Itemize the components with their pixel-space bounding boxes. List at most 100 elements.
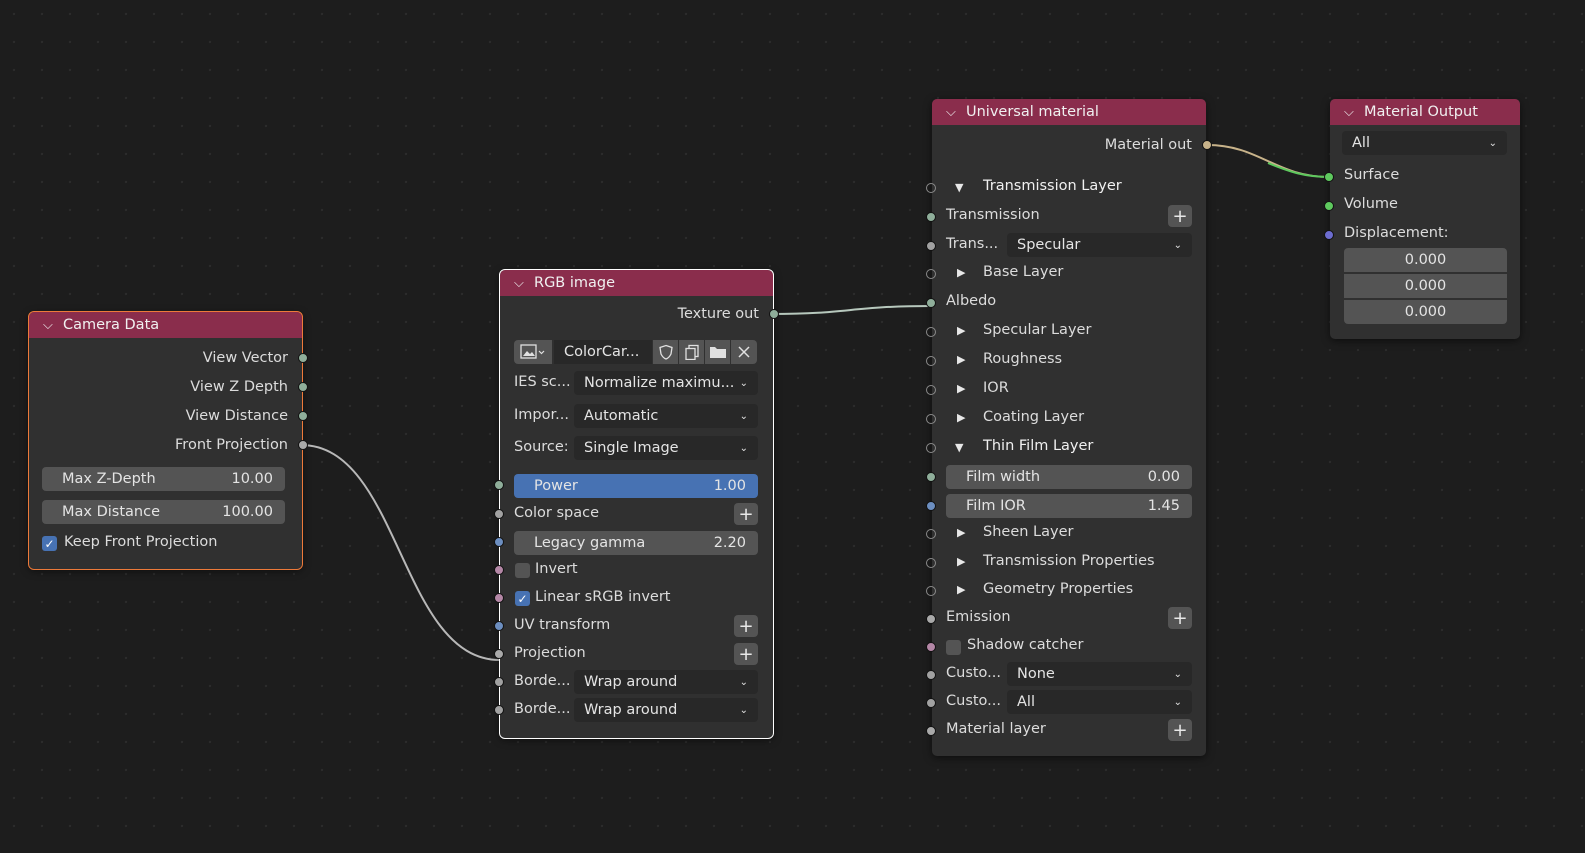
panel-collapsed-icon[interactable]: ▶ — [957, 555, 965, 568]
transmission-type-dropdown[interactable]: Specular ⌄ — [1007, 233, 1192, 257]
socket-icon[interactable] — [494, 649, 504, 659]
camera-data-header[interactable]: ⌵ Camera Data — [29, 312, 302, 338]
import-dropdown[interactable]: Automatic ⌄ — [574, 404, 758, 428]
socket-icon[interactable] — [926, 414, 936, 424]
socket-icon[interactable] — [1202, 140, 1212, 150]
custom-channel-dropdown[interactable]: All ⌄ — [1007, 690, 1192, 714]
socket-icon[interactable] — [926, 269, 936, 279]
displacement-y-field[interactable]: 0.000 — [1344, 274, 1507, 298]
thin-film-layer-panel[interactable]: Thin Film Layer — [983, 438, 1093, 454]
socket-icon[interactable] — [494, 593, 504, 603]
universal-material-node[interactable]: ⌵ Universal material Material out ▼ Tran… — [926, 99, 1212, 756]
panel-collapsed-icon[interactable]: ▶ — [957, 526, 965, 539]
socket-icon[interactable] — [298, 411, 308, 421]
socket-icon[interactable] — [926, 670, 936, 680]
socket-icon[interactable] — [926, 698, 936, 708]
invert-checkbox[interactable] — [515, 563, 530, 578]
socket-icon[interactable] — [926, 183, 936, 193]
border-u-dropdown[interactable]: Wrap around ⌄ — [574, 670, 758, 694]
socket-icon[interactable] — [926, 212, 936, 222]
socket-icon[interactable] — [926, 726, 936, 736]
socket-icon[interactable] — [926, 614, 936, 624]
collapse-chevron-icon[interactable]: ⌵ — [946, 105, 960, 120]
sheen-layer-panel[interactable]: Sheen Layer — [983, 524, 1073, 540]
ies-scale-dropdown[interactable]: Normalize maximu... ⌄ — [574, 371, 758, 395]
transmission-layer-panel[interactable]: Transmission Layer — [983, 178, 1122, 194]
universal-material-header[interactable]: ⌵ Universal material — [932, 99, 1206, 125]
image-name-field[interactable]: ColorCar... — [554, 340, 652, 364]
max-distance-field[interactable]: Max Distance 100.00 — [42, 500, 285, 524]
panel-expanded-icon[interactable]: ▼ — [955, 441, 963, 454]
socket-icon[interactable] — [926, 443, 936, 453]
panel-collapsed-icon[interactable]: ▶ — [957, 382, 965, 395]
ior-panel[interactable]: IOR — [983, 380, 1009, 396]
image-browse-button[interactable] — [514, 340, 552, 364]
displacement-x-field[interactable]: 0.000 — [1344, 248, 1507, 272]
duplicate-image-button[interactable] — [679, 340, 704, 364]
socket-icon[interactable] — [926, 356, 936, 366]
linear-srgb-invert-checkbox[interactable]: ✓ — [515, 591, 530, 606]
panel-collapsed-icon[interactable]: ▶ — [957, 324, 965, 337]
render-target-dropdown[interactable]: All ⌄ — [1342, 131, 1507, 155]
camera-data-node[interactable]: ⌵ Camera Data View Vector View Z Depth V… — [28, 311, 308, 570]
open-image-button[interactable] — [705, 340, 730, 364]
geometry-properties-panel[interactable]: Geometry Properties — [983, 581, 1133, 597]
socket-icon[interactable] — [926, 327, 936, 337]
transmission-add-button[interactable]: + — [1168, 205, 1192, 227]
power-field[interactable]: Power 1.00 — [514, 474, 758, 498]
socket-icon[interactable] — [926, 642, 936, 652]
socket-icon[interactable] — [926, 385, 936, 395]
panel-collapsed-icon[interactable]: ▶ — [957, 353, 965, 366]
rgb-image-node[interactable]: ⌵ RGB image Texture out ColorCar... IES … — [494, 269, 779, 739]
socket-icon[interactable] — [1324, 172, 1334, 182]
coating-layer-panel[interactable]: Coating Layer — [983, 409, 1084, 425]
source-dropdown[interactable]: Single Image ⌄ — [574, 436, 758, 460]
projection-add-button[interactable]: + — [734, 643, 758, 665]
socket-icon[interactable] — [926, 472, 936, 482]
max-z-depth-field[interactable]: Max Z-Depth 10.00 — [42, 467, 285, 491]
material-output-header[interactable]: ⌵ Material Output — [1330, 99, 1520, 125]
socket-icon[interactable] — [926, 558, 936, 568]
collapse-chevron-icon[interactable]: ⌵ — [514, 276, 528, 291]
fake-user-button[interactable] — [653, 340, 678, 364]
keep-front-projection-checkbox[interactable]: ✓ — [42, 536, 57, 551]
collapse-chevron-icon[interactable]: ⌵ — [43, 318, 57, 333]
shadow-catcher-checkbox[interactable] — [946, 640, 961, 655]
socket-icon[interactable] — [1324, 201, 1334, 211]
custom-aov-dropdown[interactable]: None ⌄ — [1007, 662, 1192, 686]
uv-transform-add-button[interactable]: + — [734, 615, 758, 637]
specular-layer-panel[interactable]: Specular Layer — [983, 322, 1091, 338]
socket-icon[interactable] — [769, 309, 779, 319]
material-output-node[interactable]: ⌵ Material Output All ⌄ Surface Volume Di… — [1324, 99, 1520, 339]
film-ior-field[interactable]: Film IOR 1.45 — [946, 494, 1192, 518]
socket-icon[interactable] — [926, 501, 936, 511]
socket-icon[interactable] — [494, 621, 504, 631]
socket-icon[interactable] — [494, 677, 504, 687]
displacement-z-field[interactable]: 0.000 — [1344, 300, 1507, 324]
socket-icon[interactable] — [494, 705, 504, 715]
legacy-gamma-field[interactable]: Legacy gamma 2.20 — [514, 531, 758, 555]
socket-icon[interactable] — [1324, 230, 1334, 240]
panel-collapsed-icon[interactable]: ▶ — [957, 266, 965, 279]
unlink-image-button[interactable] — [731, 340, 757, 364]
socket-icon[interactable] — [926, 298, 936, 308]
base-layer-panel[interactable]: Base Layer — [983, 264, 1063, 280]
film-width-field[interactable]: Film width 0.00 — [946, 465, 1192, 489]
border-v-dropdown[interactable]: Wrap around ⌄ — [574, 698, 758, 722]
panel-collapsed-icon[interactable]: ▶ — [957, 411, 965, 424]
socket-icon[interactable] — [926, 241, 936, 251]
socket-icon[interactable] — [926, 529, 936, 539]
color-space-add-button[interactable]: + — [734, 503, 758, 525]
socket-icon[interactable] — [298, 440, 308, 450]
transmission-properties-panel[interactable]: Transmission Properties — [983, 553, 1155, 569]
material-layer-add-button[interactable]: + — [1168, 719, 1192, 741]
socket-icon[interactable] — [494, 565, 504, 575]
socket-icon[interactable] — [926, 586, 936, 596]
rgb-image-header[interactable]: ⌵ RGB image — [500, 270, 773, 296]
roughness-panel[interactable]: Roughness — [983, 351, 1062, 367]
socket-icon[interactable] — [298, 353, 308, 363]
socket-icon[interactable] — [494, 537, 504, 547]
socket-icon[interactable] — [494, 480, 504, 490]
socket-icon[interactable] — [298, 382, 308, 392]
collapse-chevron-icon[interactable]: ⌵ — [1344, 105, 1358, 120]
